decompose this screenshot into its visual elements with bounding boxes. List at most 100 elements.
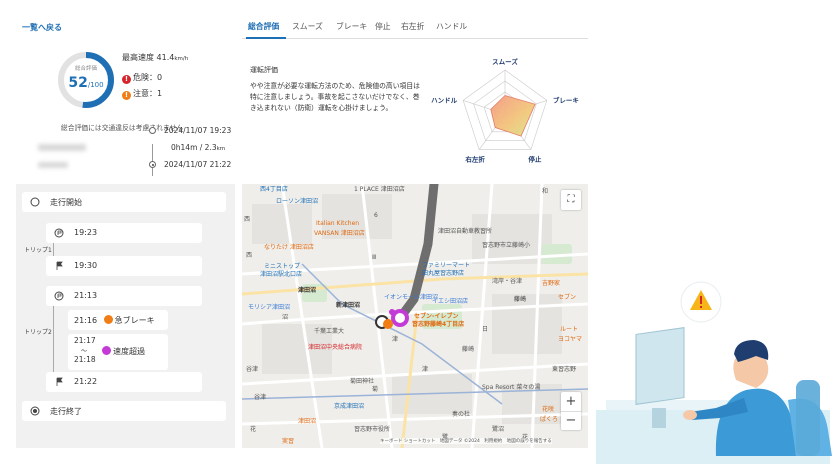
brake-warning-icon xyxy=(103,315,113,324)
map-label-36: 湾岸・谷津 xyxy=(492,278,523,285)
map-label-32: セブン xyxy=(558,294,577,301)
back-to-list-link[interactable]: 一覧へ戻る xyxy=(22,22,62,33)
map-label-43: 1 PLACE 津田沼店 xyxy=(354,186,405,193)
map-label-25: 津田沼自動車教習所 xyxy=(438,228,493,235)
trip1-start-card[interactable]: 19:23 xyxy=(46,223,202,243)
timeline-start-label: 走行開始 xyxy=(50,198,82,207)
trip-start-time: 2024/11/07 19:23 xyxy=(164,126,232,135)
timeline-panel: 走行開始 トリップ1 19:23 19:30 トリップ2 21:13 21:16… xyxy=(16,184,235,448)
score-value: 52 xyxy=(68,75,88,91)
map-label-46: 西 xyxy=(246,252,253,259)
trip-end-time: 2024/11/07 21:22 xyxy=(164,160,232,169)
map-label-49: 沼 xyxy=(282,314,289,321)
max-speed-label: 最高速度 xyxy=(122,53,154,62)
map-label-44: 西 xyxy=(244,216,251,223)
map-label-7: 津田沼駅北口店 xyxy=(260,271,303,278)
caution-row: ! 注意：1 xyxy=(122,88,162,100)
map-label-53: 津 xyxy=(422,366,429,373)
trip2-label: トリップ2 xyxy=(24,329,52,336)
map-label-42: 谷津 xyxy=(246,366,259,373)
map-label-26: イエシ田沼店 xyxy=(432,298,468,305)
map-label-16: 菊田神社 xyxy=(350,378,375,385)
trip-duration: 0h14m xyxy=(171,143,198,152)
max-speed-row: 最高速度 41.4km/h xyxy=(122,52,188,63)
map-label-23: 藤崎 xyxy=(514,296,527,303)
trip1-end-card[interactable]: 19:30 xyxy=(46,256,202,276)
map-label-39: 津田沼 xyxy=(298,418,317,425)
timeline-start-card[interactable]: 走行開始 xyxy=(22,192,226,212)
trip-duration-distance: 0h14m / 2.3km xyxy=(171,143,225,152)
map-label-40: 実習 xyxy=(282,438,295,445)
map-label-34: ヨコヤマ xyxy=(558,336,583,343)
event2-row: 速度超過 xyxy=(102,346,145,357)
event2-tilde: 〜 xyxy=(81,348,88,355)
zoom-in-button[interactable]: + xyxy=(561,392,581,411)
map-label-31: 花咲 xyxy=(542,406,555,413)
timeline-end-card[interactable]: 走行終了 xyxy=(22,401,226,421)
evaluation-panel: 総合評価 スムーズ ブレーキ 停止 右左折 ハンドル 運転評価 やや注意が必要な… xyxy=(242,14,588,180)
trip1-label: トリップ1 xyxy=(24,247,52,254)
zoom-controls: + − xyxy=(561,392,581,430)
summary-panel: 一覧へ戻る 総合評価 52/100 最高速度 41.4km/h ! 危険：0 ! 注… xyxy=(16,14,235,180)
map-label-2: ローソン津田沼 xyxy=(276,198,319,205)
start-circle-icon xyxy=(30,197,40,207)
danger-label: 危険：0 xyxy=(133,73,163,82)
map-label-17: 京成津田沼 xyxy=(334,403,365,410)
gauge-value: 52/100 xyxy=(56,72,116,91)
end-circle-icon xyxy=(30,406,40,416)
caution-icon: ! xyxy=(122,91,131,100)
tab-turn[interactable]: 右左折 xyxy=(401,21,424,32)
map-label-14: 千葉工業大 xyxy=(314,328,345,335)
radar-axis-smooth: スムーズ xyxy=(492,57,518,66)
speeding-icon xyxy=(102,346,111,355)
map-label-13: 習志野藤崎4丁目店 xyxy=(412,321,465,328)
goal-flag-icon xyxy=(56,377,63,386)
max-speed-unit: km/h xyxy=(174,56,189,62)
map-label-29: 鷺沼 xyxy=(492,426,505,433)
event-speeding-card[interactable]: 21:17 〜 21:18 速度超過 xyxy=(68,334,168,370)
event1-label: 急ブレーキ xyxy=(114,316,155,325)
trip-distance: 2.3 xyxy=(204,143,217,152)
evaluation-description: やや注意が必要な運転方法のため、危険値の高い項目は特に注意しましょう。事故を起こ… xyxy=(250,82,420,112)
map-label-37: 和 xyxy=(542,188,549,195)
event1-row: 21:16 急ブレーキ xyxy=(74,315,155,326)
trip1-start-time: 19:23 xyxy=(74,228,98,237)
event1-time: 21:16 xyxy=(74,316,98,325)
map-label-24: Spa Resort 菜々の湯 xyxy=(482,384,541,391)
map-label-11: イオンモール津田沼 xyxy=(384,294,439,301)
danger-icon: ! xyxy=(122,75,131,84)
tab-stop[interactable]: 停止 xyxy=(375,21,391,32)
map-label-18: 習志野市役所 xyxy=(354,426,391,433)
fullscreen-button[interactable]: ⛶ xyxy=(561,190,581,210)
evaluation-tabs: 総合評価 スムーズ ブレーキ 停止 右左折 ハンドル xyxy=(242,14,588,39)
trip-start-marker xyxy=(149,127,156,134)
trip2-end-time: 21:22 xyxy=(74,377,98,386)
event-sudden-brake-card[interactable]: 21:16 急ブレーキ xyxy=(68,310,168,330)
map-label-20: 田丸屋習志野店 xyxy=(422,270,465,277)
map-label-21: 習志野市立藤崎小 xyxy=(482,242,531,249)
tab-steering[interactable]: ハンドル xyxy=(436,21,467,32)
map-label-35: 藤崎 xyxy=(462,346,475,353)
trip2-end-card[interactable]: 21:22 xyxy=(46,372,202,392)
gauge-label: 総合評価 xyxy=(74,66,97,72)
tab-smooth[interactable]: スムーズ xyxy=(292,21,323,32)
tab-overall[interactable]: 総合評価 xyxy=(248,21,279,32)
tab-brake[interactable]: ブレーキ xyxy=(336,21,367,32)
radar-axis-brake: ブレーキ xyxy=(553,95,579,104)
max-speed-value: 41.4 xyxy=(156,53,175,62)
trip-separator: / xyxy=(197,143,205,152)
radar-axis-turn: 右左折 xyxy=(464,155,485,164)
zoom-out-button[interactable]: − xyxy=(561,411,581,430)
goal-flag-icon xyxy=(56,261,63,270)
map-label-4: VANSAN 津田沼店 xyxy=(314,230,365,237)
radar-value-shape xyxy=(490,95,536,137)
trip-end-marker xyxy=(149,161,156,168)
worker-monitor-illustration xyxy=(596,281,832,464)
clock-flag-icon xyxy=(54,228,64,238)
event2-time-to: 21:18 xyxy=(74,355,96,364)
redacted-name xyxy=(38,144,86,151)
trip2-start-card[interactable]: 21:13 xyxy=(46,286,202,306)
evaluation-title: 運転評価 xyxy=(250,66,278,74)
map-label-47: Ⅲ xyxy=(372,254,377,261)
route-map[interactable]: 西4丁目店 ローソン津田沼 Italian Kitchen VANSAN 津田沼… xyxy=(242,184,588,448)
